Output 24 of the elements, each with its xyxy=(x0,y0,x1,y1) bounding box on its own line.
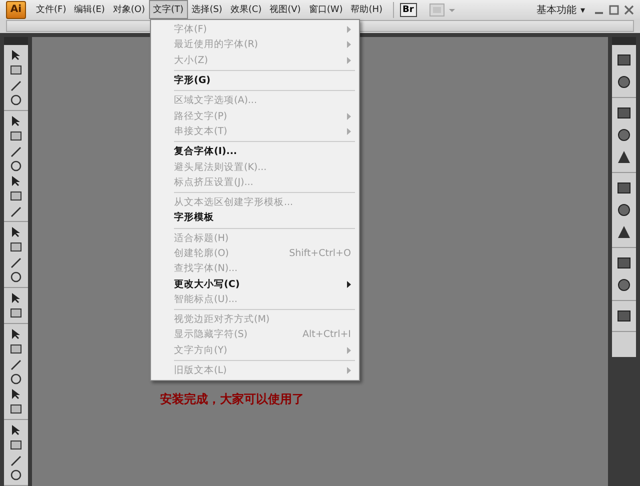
canvas-message: 安装完成，大家可以使用了 xyxy=(160,391,304,408)
submenu-arrow-icon xyxy=(347,367,351,374)
submenu-arrow-icon xyxy=(347,56,351,64)
menu-entry[interactable]: 字形模板 xyxy=(151,210,359,226)
menu-item[interactable]: 选择(S) xyxy=(188,0,226,19)
line-icon[interactable] xyxy=(9,145,23,157)
submenu-arrow-icon xyxy=(347,280,351,288)
menu-item[interactable]: 视图(V) xyxy=(266,0,305,19)
menu-entry[interactable]: 更改大小写(C) xyxy=(151,276,359,292)
menu-item[interactable]: 效果(C) xyxy=(226,0,266,19)
menu-entry[interactable]: 字形(G) xyxy=(151,72,359,88)
menu-item[interactable]: 编辑(E) xyxy=(70,0,109,19)
submenu-arrow-icon xyxy=(347,346,351,354)
close-icon[interactable] xyxy=(624,4,634,14)
menu-item[interactable]: 文字(T) xyxy=(149,0,188,19)
menu-item[interactable]: 帮助(H) xyxy=(346,0,387,19)
workspace-dropdown[interactable]: 基本功能 ▾ xyxy=(532,2,589,16)
menu-item[interactable]: 窗口(W) xyxy=(304,0,347,19)
maximize-icon[interactable] xyxy=(609,4,619,14)
menu-item[interactable]: 对象(O) xyxy=(108,0,150,19)
menu-entry[interactable]: 复合字体(I)... xyxy=(151,144,359,160)
bridge-button[interactable]: Br xyxy=(400,2,417,16)
app-logo: Ai xyxy=(6,0,26,18)
menu-item[interactable]: 文件(F) xyxy=(32,0,70,19)
